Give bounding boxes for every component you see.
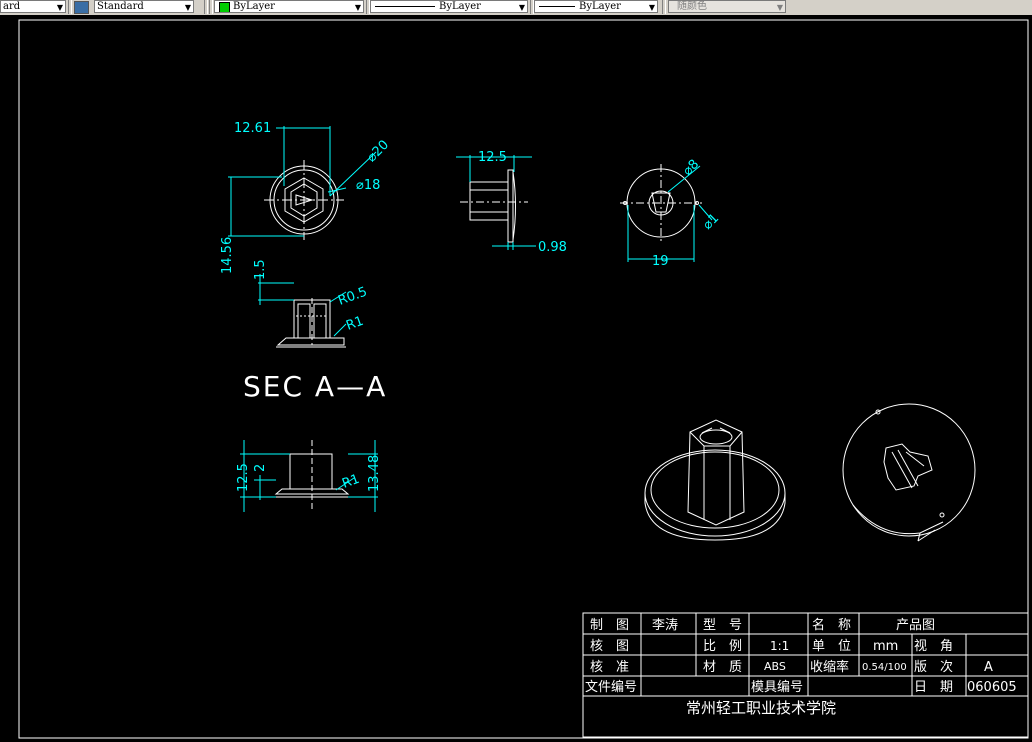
tb-label-view: 视 角 [914,639,953,654]
plot-style-value: 随颜色 [677,1,707,12]
dim-style-value: Standard [97,1,144,12]
chevron-down-icon: ▼ [184,3,191,12]
dim-phi18: ⌀18 [356,178,380,193]
dim-r1-section: R1 [344,314,365,334]
dim-phi1: ⌀1 [700,211,722,233]
dim-2: 2 [253,464,268,472]
tb-label-shrink: 收缩率 [810,659,849,675]
tb-label-unit: 单 位 [812,639,851,654]
dim-12-5-side: 12.5 [236,463,251,492]
toolbar-separator [68,0,72,14]
dim-1-5: 1.5 [253,259,268,280]
tb-value-unit: mm [873,639,898,654]
tb-value-drawn: 李涛 [652,617,678,633]
tb-value-date: 060605 [967,680,1017,695]
chevron-down-icon: ▼ [518,3,525,12]
title-block-lines [582,612,1029,738]
front-view [274,440,350,512]
dim-phi20: ⌀20 [364,137,392,165]
section-view [276,298,346,348]
toolbar-separator [209,0,213,14]
tb-label-material: 材 质 [703,660,742,675]
chevron-down-icon: ▼ [776,3,783,12]
title-block-text: 制 图 李涛 型 号 名 称 产品图 核 图 比 例 1:1 单 位 mm 视 … [585,617,1017,717]
tb-school-name: 常州轻工职业技术学院 [686,699,836,717]
dim-12-61: 12.61 [234,121,271,136]
toolbar-separator [662,0,666,14]
dim-style-icon[interactable] [74,1,89,14]
linetype-control-value: ByLayer [439,1,481,12]
color-control-dropdown[interactable]: ByLayer ▼ [214,0,364,13]
linetype-control-dropdown[interactable]: ByLayer ▼ [370,0,528,13]
bottom-view-dimensions [627,165,713,262]
text-style-value: ard [3,1,21,12]
linetype-sample-line [375,6,435,7]
plot-style-dropdown[interactable]: 随颜色 ▼ [668,0,786,13]
tb-value-name: 产品图 [896,618,935,633]
layer-color-swatch-icon [219,2,230,12]
tb-label-mold-no: 模具编号 [751,680,803,695]
dim-phi8: ⌀8 [680,157,702,179]
tb-label-file-no: 文件编号 [585,680,637,695]
lineweight-control-value: ByLayer [579,1,621,12]
tb-label-drawn: 制 图 [590,618,629,633]
dim-13-48: 13.48 [367,455,382,492]
section-label: SEC A—A [243,370,387,403]
tb-value-revision: A [984,660,993,675]
tb-label-date: 日 期 [914,680,953,695]
dim-19: 19 [652,254,669,269]
isometric-view-front [644,419,786,541]
dim-r1-front: R1 [340,472,361,492]
text-style-dropdown[interactable]: ard ▼ [0,0,66,13]
lineweight-control-dropdown[interactable]: ByLayer ▼ [534,0,658,13]
top-view-dimensions [228,126,377,237]
tb-value-material: ABS [764,660,786,673]
chevron-down-icon: ▼ [56,3,63,12]
drawing-svg[interactable]: 12.61 ⌀20 ⌀18 14.56 1.5 R0.5 R1 SEC A—A [0,15,1032,742]
isometric-view-back [842,403,976,542]
tb-label-model: 型 号 [703,618,742,633]
dim-0-98: 0.98 [538,240,567,255]
lineweight-sample-line [539,6,575,7]
chevron-down-icon: ▼ [648,3,655,12]
properties-toolbar: ard ▼ Standard ▼ ByLayer ▼ ByLayer ▼ ByL… [0,0,1032,16]
tb-label-scale: 比 例 [703,639,742,654]
tb-label-name: 名 称 [812,617,851,633]
section-view-dimensions [258,274,347,337]
drawing-border [18,19,1029,739]
tb-label-approved: 核 准 [590,660,629,675]
tb-value-shrink: 0.54/100 [862,662,907,673]
dim-style-dropdown[interactable]: Standard ▼ [94,0,194,13]
tb-label-checked: 核 图 [590,639,629,654]
dim-12-5-top: 12.5 [478,150,507,165]
chevron-down-icon: ▼ [354,3,361,12]
toolbar-separator [204,0,208,14]
tb-label-revision: 版 次 [914,659,953,675]
tb-value-scale: 1:1 [770,639,789,653]
top-view [264,160,344,240]
dim-r0-5: R0.5 [336,284,369,308]
color-control-value: ByLayer [233,1,275,12]
drawing-canvas[interactable]: 12.61 ⌀20 ⌀18 14.56 1.5 R0.5 R1 SEC A—A [0,15,1032,742]
dim-14-56: 14.56 [220,237,235,274]
